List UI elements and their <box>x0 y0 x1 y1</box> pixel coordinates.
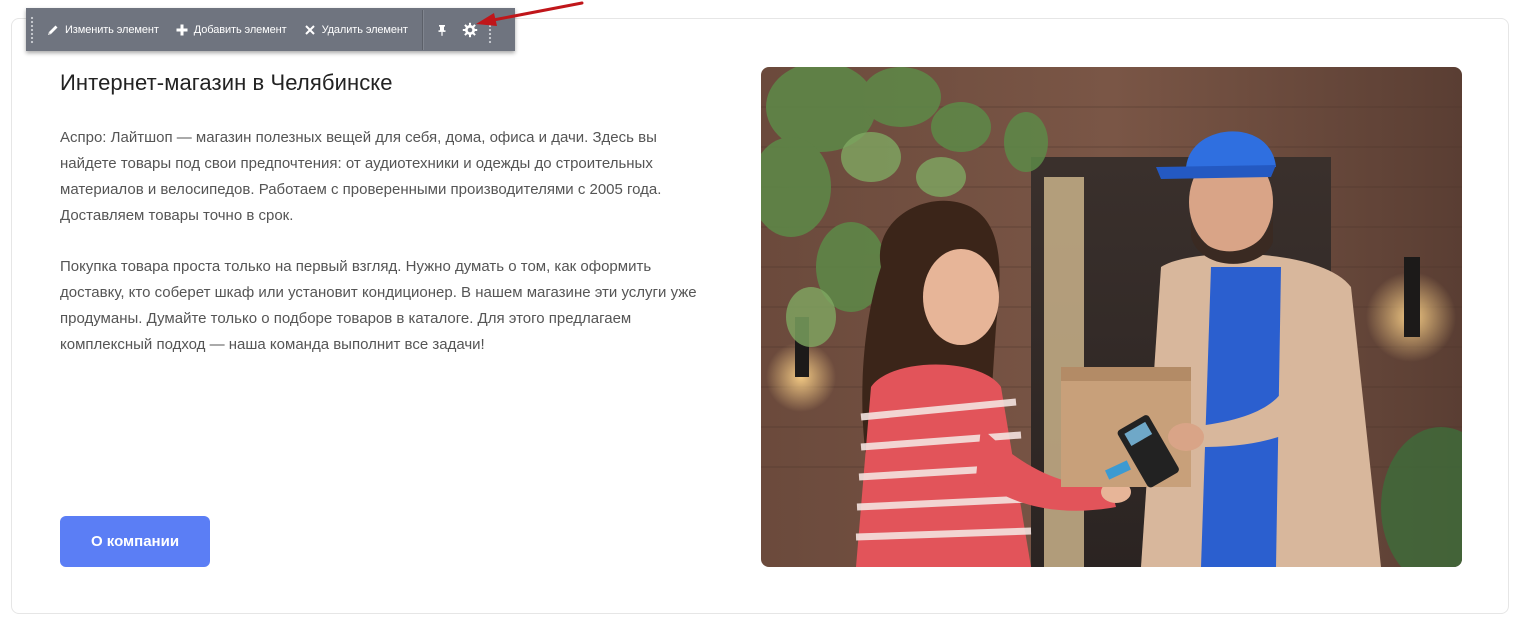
edit-element-label: Изменить элемент <box>65 23 159 36</box>
delete-element-button[interactable]: Удалить элемент <box>303 8 408 51</box>
plus-icon <box>175 23 189 37</box>
close-icon <box>303 23 317 37</box>
add-element-label: Добавить элемент <box>193 23 287 36</box>
delivery-photo <box>761 67 1462 567</box>
description-paragraph-2: Покупка товара проста только на первый в… <box>60 258 697 353</box>
about-company-button[interactable]: О компании <box>60 516 210 567</box>
delete-element-label: Удалить элемент <box>321 23 408 36</box>
page-title: Интернет-магазин в Челябинске <box>60 70 393 95</box>
edit-element-button[interactable]: Изменить элемент <box>46 8 159 51</box>
pin-icon[interactable] <box>434 22 450 38</box>
description-paragraph-1: Аспро: Лайтшоп — магазин полезных вещей … <box>60 129 662 224</box>
add-element-button[interactable]: Добавить элемент <box>175 8 287 51</box>
toolbar-divider <box>421 9 424 50</box>
red-arrow <box>476 1 584 26</box>
toolbar-drag-handle[interactable] <box>30 15 34 44</box>
pencil-icon <box>46 23 60 37</box>
edit-toolbar: Изменить элемент Добавить элемент Удалит… <box>26 8 515 51</box>
